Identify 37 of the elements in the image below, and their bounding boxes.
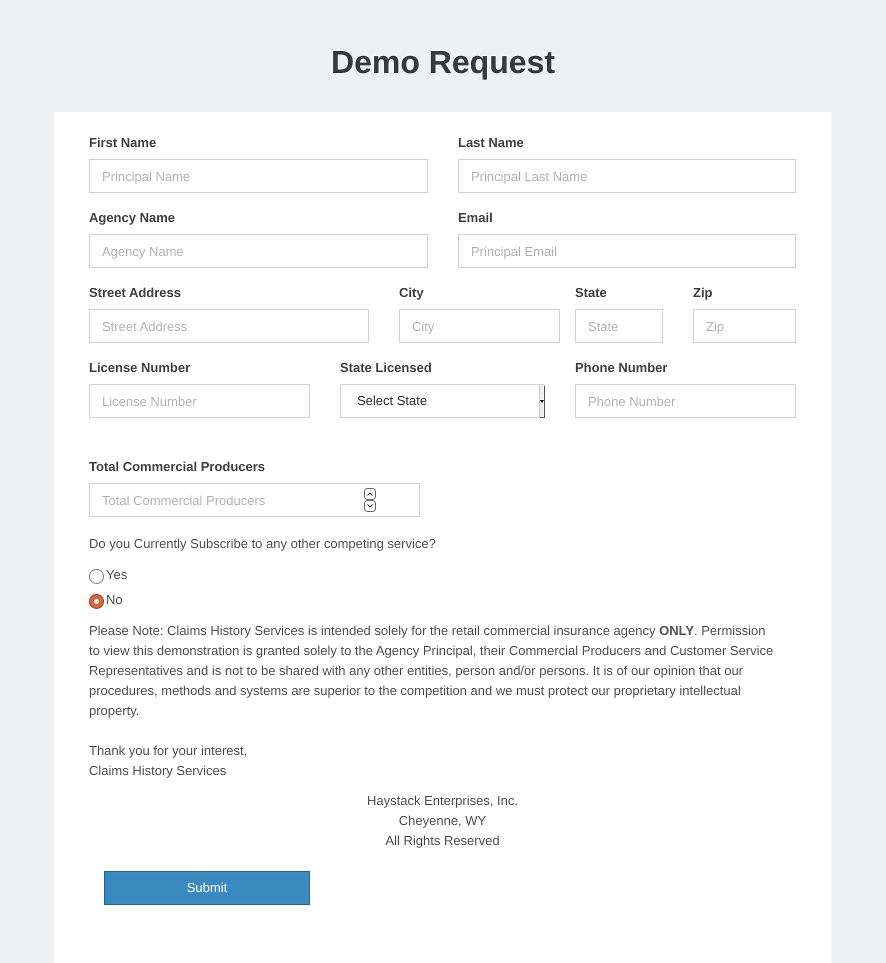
- spinner-icon: [364, 488, 376, 512]
- field-label: City: [399, 284, 425, 302]
- submit-button[interactable]: Submit: [104, 871, 310, 905]
- field-label: Street Address: [89, 284, 182, 302]
- field-label: Zip: [693, 284, 714, 302]
- footer-line: Cheyenne, WY: [398, 812, 486, 830]
- field-label: First Name: [89, 134, 158, 152]
- number-field[interactable]: Total Commercial Producers: [89, 483, 420, 517]
- text-field[interactable]: Principal Last Name: [458, 159, 796, 193]
- field-label: Email: [458, 209, 494, 227]
- page-title: Demo Request: [330, 43, 556, 82]
- field-label: State: [575, 284, 608, 302]
- text-field[interactable]: Phone Number: [575, 384, 796, 418]
- footer-line: Haystack Enterprises, Inc.: [367, 792, 518, 810]
- field-label: Phone Number: [575, 359, 668, 377]
- question-text: Do you Currently Subscribe to any other competing service?: [89, 535, 437, 553]
- radio-option[interactable]: Yes: [89, 565, 796, 584]
- text-field[interactable]: Agency Name: [89, 234, 428, 268]
- text-field[interactable]: License Number: [89, 384, 310, 418]
- text-field[interactable]: Principal Name: [89, 159, 428, 193]
- text-field[interactable]: Street Address: [89, 309, 369, 343]
- field-label: Last Name: [458, 134, 525, 152]
- text-field[interactable]: Zip: [693, 309, 796, 343]
- field-label: License Number: [89, 359, 192, 377]
- field-label: State Licensed: [340, 359, 433, 377]
- state-select[interactable]: Select State: [340, 384, 545, 418]
- closing-line: Claims History Services: [89, 762, 228, 780]
- radio-option[interactable]: No: [89, 590, 796, 609]
- notice-paragraph: Please Note: Claims History Services is intended solely for the retail commercial insurance agency ONLY. Permission to view this demonstration is granted solely to the Agency Principal, their Commercial Producers and Customer Service Representatives and is not to be shared with any other entities, person and/or persons. It is of our opinion that our procedures, methods and systems are superior to the competition and we must protect our proprietary intellectual property.: [89, 622, 774, 720]
- closing-line: Thank you for your interest,: [89, 742, 248, 760]
- text-field[interactable]: Principal Email: [458, 234, 796, 268]
- field-label: Agency Name: [89, 209, 176, 227]
- footer-line: All Rights Reserved: [385, 832, 500, 850]
- field-label: Total Commercial Producers: [89, 458, 266, 476]
- caret-icon: [540, 400, 544, 402]
- text-field[interactable]: City: [399, 309, 560, 343]
- text-field[interactable]: State: [575, 309, 663, 343]
